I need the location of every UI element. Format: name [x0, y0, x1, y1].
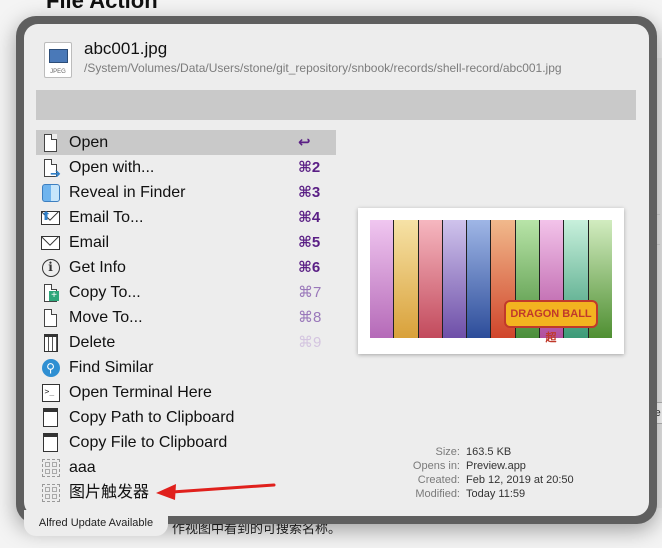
file-icon-label: JPEG — [50, 69, 66, 75]
action-label: Email — [69, 234, 110, 251]
action-find-similar[interactable]: ⚲ Find Similar — [36, 355, 336, 380]
jpeg-file-icon: JPEG — [44, 42, 72, 78]
image-preview: DRAGON BALL 超 — [358, 208, 624, 354]
copy-to-icon: + — [40, 282, 61, 303]
annotation-arrow — [156, 483, 276, 500]
meta-key: Created: — [417, 474, 460, 486]
file-metadata: Size: 163.5 KB Opens in: Preview.app Cre… — [394, 445, 574, 501]
finder-icon — [40, 182, 61, 203]
action-shortcut: ⌘2 — [298, 159, 321, 176]
action-shortcut: ⌘6 — [298, 259, 321, 276]
action-label: aaa — [69, 459, 96, 476]
action-get-info[interactable]: i Get Info ⌘6 — [36, 255, 336, 280]
action-label: Reveal in Finder — [69, 184, 186, 201]
action-shortcut: ↩ — [298, 134, 311, 151]
preview-image: DRAGON BALL 超 — [370, 220, 612, 344]
action-label: Copy To... — [69, 284, 141, 301]
action-label: Delete — [69, 334, 116, 351]
info-icon: i — [40, 257, 61, 278]
meta-value: 163.5 KB — [466, 446, 512, 458]
move-to-icon — [40, 307, 61, 328]
action-label: Email To... — [69, 209, 144, 226]
action-label: Open — [69, 134, 109, 151]
envelope-icon — [40, 232, 61, 253]
action-label: Move To... — [69, 309, 143, 326]
action-move-to[interactable]: Move To... ⌘8 — [36, 305, 336, 330]
clipboard-icon — [40, 432, 61, 453]
workflow-placeholder-icon — [40, 457, 61, 478]
action-filter-input[interactable] — [36, 90, 636, 120]
action-label: Copy Path to Clipboard — [69, 409, 235, 426]
clipboard-icon — [40, 407, 61, 428]
update-available-notice[interactable]: Alfred Update Available — [24, 510, 168, 536]
meta-row-modified: Modified: Today 11:59 — [394, 487, 574, 501]
action-shortcut: ⌘4 — [298, 209, 321, 226]
meta-value: Today 11:59 — [466, 488, 526, 500]
action-label: Copy File to Clipboard — [69, 434, 228, 451]
action-label: Get Info — [69, 259, 126, 276]
preview-logo: DRAGON BALL 超 — [504, 300, 598, 344]
email-to-icon: ⬆ — [40, 207, 61, 228]
action-open[interactable]: Open ↩ — [36, 130, 336, 155]
action-shortcut: ⌘8 — [298, 309, 322, 326]
meta-key: Opens in: — [412, 460, 460, 472]
action-shortcut: ⌘7 — [298, 284, 322, 301]
action-shortcut: ⌘5 — [298, 234, 321, 251]
alfred-file-action-window: JPEG abc001.jpg /System/Volumes/Data/Use… — [24, 24, 649, 516]
background-title: File Action — [46, 0, 158, 13]
trash-icon — [40, 332, 61, 353]
action-open-terminal-here[interactable]: >_ Open Terminal Here — [36, 380, 336, 405]
file-path: /System/Volumes/Data/Users/stone/git_rep… — [84, 61, 562, 75]
open-with-icon: ➔ — [40, 157, 61, 181]
file-name: abc001.jpg — [84, 39, 168, 58]
action-copy-to[interactable]: + Copy To... ⌘7 — [36, 280, 336, 305]
action-reveal-in-finder[interactable]: Reveal in Finder ⌘3 — [36, 180, 336, 205]
action-shortcut: ⌘3 — [298, 184, 321, 201]
meta-key: Modified: — [415, 488, 460, 500]
action-label: 图片触发器 — [69, 484, 150, 501]
action-label: Find Similar — [69, 359, 154, 376]
action-list: Open ↩ ➔ Open with... ⌘2 Reveal in Finde… — [36, 130, 336, 505]
action-shortcut: ⌘9 — [298, 334, 322, 351]
workflow-placeholder-icon — [40, 482, 61, 503]
action-label: Open Terminal Here — [69, 384, 212, 401]
meta-value: Feb 12, 2019 at 20:50 — [466, 474, 574, 486]
meta-row-opens-in: Opens in: Preview.app — [394, 459, 574, 473]
terminal-icon: >_ — [40, 382, 61, 403]
search-icon: ⚲ — [40, 357, 61, 378]
action-copy-path-to-clipboard[interactable]: Copy Path to Clipboard — [36, 405, 336, 430]
meta-value: Preview.app — [466, 460, 526, 472]
document-icon — [40, 132, 61, 153]
meta-row-created: Created: Feb 12, 2019 at 20:50 — [394, 473, 574, 487]
action-copy-file-to-clipboard[interactable]: Copy File to Clipboard — [36, 430, 336, 455]
action-open-with[interactable]: ➔ Open with... ⌘2 — [36, 155, 336, 181]
meta-key: Size: — [435, 446, 460, 458]
action-label: Open with... — [69, 159, 155, 176]
action-delete[interactable]: Delete ⌘9 — [36, 330, 336, 355]
meta-row-size: Size: 163.5 KB — [394, 445, 574, 459]
action-email[interactable]: Email ⌘5 — [36, 230, 336, 255]
action-email-to[interactable]: ⬆ Email To... ⌘4 — [36, 205, 336, 230]
